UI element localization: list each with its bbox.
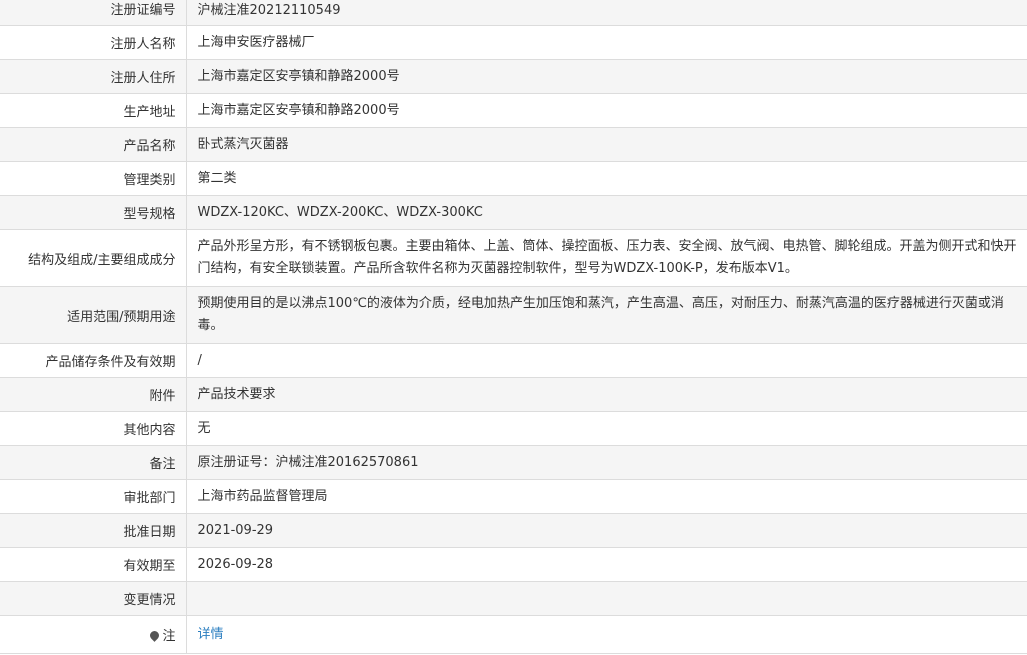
- note-label: 注: [162, 629, 176, 644]
- note-row: 注 详情: [0, 615, 1027, 654]
- row-value: 卧式蒸汽灭菌器: [186, 127, 1027, 162]
- table-row: 生产地址 上海市嘉定区安亭镇和静路2000号: [0, 93, 1027, 128]
- note-label-cell: 注: [0, 615, 187, 654]
- row-label: 产品储存条件及有效期: [0, 343, 187, 378]
- table-row: 批准日期 2021-09-29: [0, 513, 1027, 548]
- row-value: 产品技术要求: [186, 377, 1027, 412]
- row-label: 管理类别: [0, 161, 187, 196]
- table-row: 备注 原注册证号：沪械注准20162570861: [0, 445, 1027, 480]
- row-label: 附件: [0, 377, 187, 412]
- row-value: 无: [186, 411, 1027, 446]
- table-row: 适用范围/预期用途 预期使用目的是以沸点100℃的液体为介质，经电加热产生加压饱…: [0, 286, 1027, 344]
- row-label: 产品名称: [0, 127, 187, 162]
- table-row: 审批部门 上海市药品监督管理局: [0, 479, 1027, 514]
- table-row: 其他内容 无: [0, 411, 1027, 446]
- table-row: 注册证编号 沪械注准20212110549: [0, 0, 1027, 26]
- row-value: [186, 581, 1027, 616]
- table-row: 有效期至 2026-09-28: [0, 547, 1027, 582]
- note-value-cell: 详情: [186, 615, 1027, 654]
- row-label: 有效期至: [0, 547, 187, 582]
- pin-icon: [148, 629, 162, 642]
- row-label: 适用范围/预期用途: [0, 286, 187, 344]
- row-label: 结构及组成/主要组成成分: [0, 229, 187, 287]
- table-row: 产品储存条件及有效期 /: [0, 343, 1027, 378]
- row-label: 生产地址: [0, 93, 187, 128]
- details-link[interactable]: 详情: [198, 627, 224, 642]
- row-value: 预期使用目的是以沸点100℃的液体为介质，经电加热产生加压饱和蒸汽，产生高温、高…: [186, 286, 1027, 344]
- table-row: 注册人名称 上海申安医疗器械厂: [0, 25, 1027, 60]
- row-label: 批准日期: [0, 513, 187, 548]
- registration-detail-table: 注册证编号 沪械注准20212110549 注册人名称 上海申安医疗器械厂 注册…: [0, 0, 1027, 654]
- table-row: 附件 产品技术要求: [0, 377, 1027, 412]
- row-value: 2026-09-28: [186, 547, 1027, 582]
- row-label: 注册人名称: [0, 25, 187, 60]
- table-row: 型号规格 WDZX-120KC、WDZX-200KC、WDZX-300KC: [0, 195, 1027, 230]
- table-row: 变更情况: [0, 581, 1027, 616]
- row-label: 注册人住所: [0, 59, 187, 94]
- table-row: 产品名称 卧式蒸汽灭菌器: [0, 127, 1027, 162]
- row-value: 上海市嘉定区安亭镇和静路2000号: [186, 93, 1027, 128]
- row-value: 上海申安医疗器械厂: [186, 25, 1027, 60]
- row-value: 原注册证号：沪械注准20162570861: [186, 445, 1027, 480]
- row-value: 第二类: [186, 161, 1027, 196]
- row-label: 备注: [0, 445, 187, 480]
- row-label: 注册证编号: [0, 0, 187, 26]
- row-value: 沪械注准20212110549: [186, 0, 1027, 26]
- row-value: 产品外形呈方形，有不锈钢板包裹。主要由箱体、上盖、筒体、操控面板、压力表、安全阀…: [186, 229, 1027, 287]
- table-row: 结构及组成/主要组成成分 产品外形呈方形，有不锈钢板包裹。主要由箱体、上盖、筒体…: [0, 229, 1027, 287]
- table-row: 注册人住所 上海市嘉定区安亭镇和静路2000号: [0, 59, 1027, 94]
- row-value: /: [186, 343, 1027, 378]
- row-label: 变更情况: [0, 581, 187, 616]
- row-label: 型号规格: [0, 195, 187, 230]
- row-value: 2021-09-29: [186, 513, 1027, 548]
- row-value: 上海市嘉定区安亭镇和静路2000号: [186, 59, 1027, 94]
- row-value: WDZX-120KC、WDZX-200KC、WDZX-300KC: [186, 195, 1027, 230]
- table-row: 管理类别 第二类: [0, 161, 1027, 196]
- row-value: 上海市药品监督管理局: [186, 479, 1027, 514]
- row-label: 审批部门: [0, 479, 187, 514]
- row-label: 其他内容: [0, 411, 187, 446]
